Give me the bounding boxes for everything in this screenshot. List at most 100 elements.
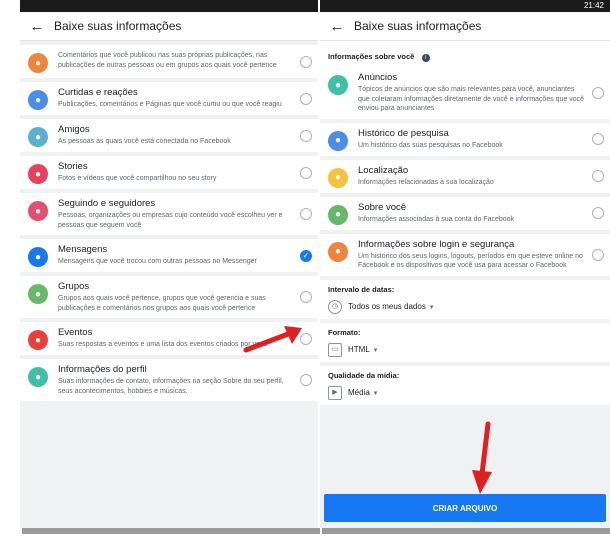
category-title: Localização xyxy=(358,164,409,176)
category-item[interactable]: ● Sobre você Informações associadas à sua … xyxy=(320,196,610,230)
section-header-label: Informações sobre você xyxy=(328,52,415,61)
category-description: Suas informações de contato, informações… xyxy=(58,378,284,395)
category-text: Sobre você Informações associadas à sua c… xyxy=(348,202,592,225)
category-item[interactable]: ● Comentários que você publicou nas suas … xyxy=(20,45,318,78)
category-description: Publicações, comentários e Páginas que v… xyxy=(58,101,282,108)
category-list: ● Anúncios Tópicos de anúncios que são mai… xyxy=(320,67,610,276)
radio-button[interactable] xyxy=(300,291,312,303)
category-description: Tópicos de anúncios que são mais relevan… xyxy=(358,86,585,112)
location-icon: ● xyxy=(328,167,348,188)
date-range-select[interactable]: ◷ Todos os meus dados ▾ xyxy=(328,299,602,314)
category-title: Grupos xyxy=(58,281,90,292)
category-text: Localização Informações relacionadas à su… xyxy=(348,165,592,188)
page-title: Baixe suas informações xyxy=(354,19,482,33)
format-value: HTML xyxy=(348,345,370,354)
format-select[interactable]: ▭ HTML ▾ xyxy=(328,342,602,357)
category-item[interactable]: ● Grupos Grupos aos quais você pertence, g… xyxy=(20,276,318,318)
profile-icon: ● xyxy=(28,367,48,387)
category-text: Informações sobre login e segurança Um hi… xyxy=(348,239,592,271)
category-title: Informações do perfil xyxy=(58,364,147,375)
category-item[interactable]: ● Informações do perfil Suas informações d… xyxy=(20,359,318,401)
category-title: Curtidas e reações xyxy=(58,87,138,98)
category-title: Mensagens xyxy=(58,244,108,255)
media-quality-label: Qualidade da mídia: xyxy=(328,370,400,380)
status-bar: 21:42 xyxy=(320,0,610,12)
messenger-icon: ● xyxy=(28,247,48,267)
groups-icon: ● xyxy=(28,284,48,304)
category-description: Mensagens que você trocou com outras pes… xyxy=(58,258,257,265)
app-bar: ← Baixe suas informações xyxy=(320,12,610,41)
category-text: Mensagens Mensagens que você trocou com o… xyxy=(48,244,300,267)
category-text: Grupos Grupos aos quais você pertence, gr… xyxy=(48,281,300,313)
following-icon: ● xyxy=(28,201,48,221)
status-bar xyxy=(20,0,318,12)
ads-icon: ● xyxy=(328,75,348,95)
security-icon: ● xyxy=(328,241,348,262)
radio-button[interactable] xyxy=(300,166,312,179)
chevron-down-icon: ▾ xyxy=(373,389,378,397)
category-item[interactable]: ● Curtidas e reações Publicações, comentár… xyxy=(20,82,318,115)
category-text: Stories Fotos e vídeos que você compartil… xyxy=(48,161,300,184)
category-item[interactable]: ● Mensagens Mensagens que você trocou com … xyxy=(20,239,318,272)
back-arrow-icon[interactable]: ← xyxy=(20,18,54,35)
clock-icon: ◷ xyxy=(328,299,342,314)
date-range-label: Intervalo de datas: xyxy=(328,284,395,294)
radio-button[interactable] xyxy=(592,170,604,182)
category-item[interactable]: ● Informações sobre login e segurança Um h… xyxy=(320,233,610,276)
category-description: Informações relacionadas à sua localizaç… xyxy=(358,178,494,186)
category-text: Informações do perfil Suas informações de… xyxy=(48,364,300,396)
radio-button[interactable] xyxy=(300,129,312,142)
format-label: Formato: xyxy=(328,327,361,337)
radio-button[interactable] xyxy=(592,133,604,145)
category-title: Amigos xyxy=(58,124,90,135)
info-icon[interactable]: i xyxy=(421,54,430,62)
category-title: Anúncios xyxy=(358,72,398,83)
category-description: Fotos e vídeos que você compartilhou no … xyxy=(58,175,217,182)
media-quality-value: Média xyxy=(348,388,370,397)
radio-button[interactable] xyxy=(592,248,604,261)
red-arrow-annotation xyxy=(472,421,492,494)
app-bar: ← Baixe suas informações xyxy=(20,12,318,41)
radio-button[interactable] xyxy=(300,92,312,105)
date-range-value: Todos os meus dados xyxy=(348,302,426,311)
search-icon: ● xyxy=(328,130,348,151)
category-description: Um histórico dos seus logins, logouts, p… xyxy=(358,252,583,270)
section-header: Informações sobre você i xyxy=(320,41,610,67)
video-icon: ▶ xyxy=(328,385,342,400)
media-quality-select[interactable]: ▶ Média ▾ xyxy=(328,385,602,400)
friends-icon: ● xyxy=(28,127,48,147)
radio-button[interactable] xyxy=(300,55,312,68)
category-description: Pessoas, organizações ou empresas cujo c… xyxy=(58,212,283,229)
category-title: Informações sobre login e segurança xyxy=(358,238,515,250)
file-icon: ▭ xyxy=(328,342,342,357)
category-item[interactable]: ● Amigos As pessoas às quais você está con… xyxy=(20,119,318,152)
category-text: Anúncios Tópicos de anúncios que são mais… xyxy=(348,72,592,114)
category-item[interactable]: ● Seguindo e seguidores Pessoas, organizaç… xyxy=(20,193,318,235)
category-text: Curtidas e reações Publicações, comentári… xyxy=(48,87,300,110)
status-time: 21:42 xyxy=(583,1,604,10)
media-quality-section: Qualidade da mídia: ▶ Média ▾ xyxy=(320,365,610,405)
category-text: Comentários que você publicou nas suas p… xyxy=(48,50,300,70)
radio-button[interactable] xyxy=(300,374,312,386)
back-arrow-icon[interactable]: ← xyxy=(320,18,354,35)
category-description: As pessoas às quais você está conectada … xyxy=(58,138,231,145)
radio-button[interactable] xyxy=(300,208,312,220)
category-item[interactable]: ● Localização Informações relacionadas à s… xyxy=(320,159,610,193)
create-file-button[interactable]: CRIAR ARQUIVO xyxy=(324,494,606,522)
checked-radio[interactable]: ✓ xyxy=(300,249,312,262)
format-section: Formato: ▭ HTML ▾ xyxy=(320,322,610,362)
category-item[interactable]: ● Anúncios Tópicos de anúncios que são mai… xyxy=(320,67,610,119)
radio-button[interactable] xyxy=(592,86,604,99)
category-title: Sobre você xyxy=(358,201,407,213)
category-description: Comentários que você publicou nas suas p… xyxy=(58,52,277,69)
events-icon: ● xyxy=(28,330,48,350)
stories-icon: ● xyxy=(28,164,48,184)
comment-icon: ● xyxy=(28,53,48,73)
left-screen: ← Baixe suas informações ● Comentários qu… xyxy=(20,0,318,528)
chevron-down-icon: ▾ xyxy=(373,346,378,354)
radio-button[interactable] xyxy=(592,207,604,219)
category-item[interactable]: ● Stories Fotos e vídeos que você comparti… xyxy=(20,156,318,189)
category-text: Histórico de pesquisa Um histórico das su… xyxy=(348,128,592,151)
right-screen: 21:42 ← Baixe suas informações Informaçõ… xyxy=(320,0,610,528)
category-item[interactable]: ● Histórico de pesquisa Um histórico das s… xyxy=(320,122,610,156)
